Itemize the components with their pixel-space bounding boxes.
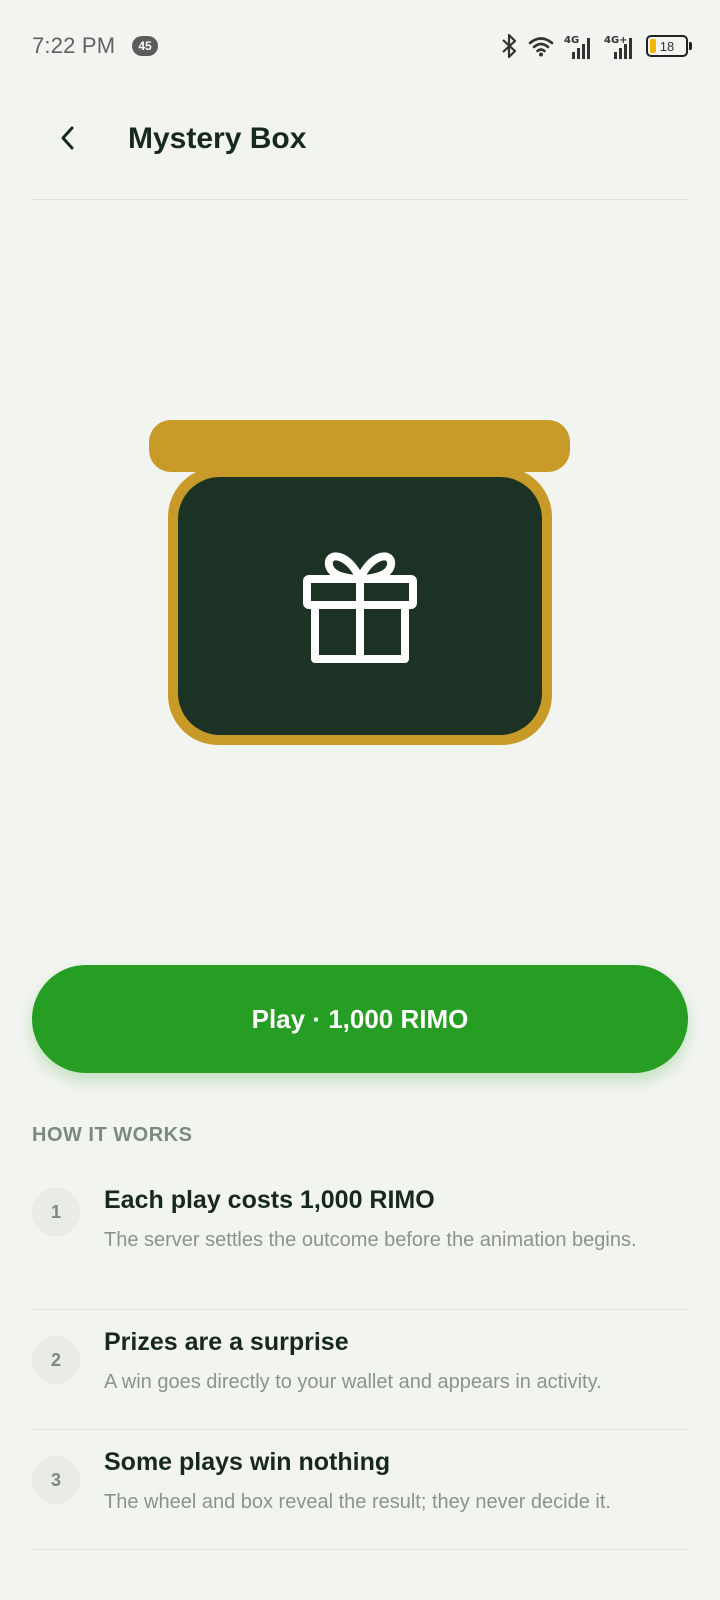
play-button-label: Play · 1,000 RIMO [251, 1003, 469, 1034]
notification-badge: 45 [132, 36, 158, 56]
step-title: Each play costs 1,000 RIMO [104, 1186, 435, 1214]
mystery-box-screen: 7:22 PM 45 4G 4G+ 18 Mystery Box Play · … [0, 0, 720, 1600]
back-button[interactable] [48, 118, 88, 158]
box-lid [149, 420, 570, 472]
step-description: The wheel and box reveal the result; the… [104, 1491, 611, 1513]
step-number: 1 [32, 1188, 80, 1236]
step-number: 3 [32, 1456, 80, 1504]
how-it-works-title: HOW IT WORKS [32, 1124, 193, 1146]
box-body [168, 467, 552, 745]
gift-icon [303, 552, 417, 663]
bluetooth-icon [502, 33, 517, 59]
signal-icon: 4G+ [604, 35, 632, 59]
page-title: Mystery Box [128, 122, 307, 155]
step-number: 2 [32, 1336, 80, 1384]
network-label-1: 4G [564, 35, 579, 46]
chevron-left-icon [61, 126, 74, 150]
list-item: 3 Some plays win nothing The wheel and b… [32, 1430, 688, 1550]
app-header: Mystery Box [32, 100, 688, 200]
battery-icon: 18 [646, 35, 692, 57]
battery-level: 18 [659, 38, 675, 54]
play-button[interactable]: Play · 1,000 RIMO [32, 965, 688, 1073]
how-it-works-list: 1 Each play costs 1,000 RIMO The server … [32, 1168, 688, 1550]
list-item: 1 Each play costs 1,000 RIMO The server … [32, 1168, 688, 1310]
step-description: A win goes directly to your wallet and a… [104, 1371, 602, 1393]
step-title: Some plays win nothing [104, 1448, 391, 1476]
step-title: Prizes are a surprise [104, 1328, 349, 1356]
box-inner [178, 477, 542, 735]
list-item: 2 Prizes are a surprise A win goes direc… [32, 1310, 688, 1430]
status-bar: 7:22 PM 45 4G 4G+ 18 [0, 0, 720, 92]
wifi-icon [528, 37, 554, 57]
status-icons: 4G 4G+ 18 [500, 30, 692, 62]
signal-icon: 4G [564, 35, 590, 59]
status-time: 7:22 PM [32, 33, 116, 58]
step-description: The server settles the outcome before th… [104, 1229, 637, 1251]
